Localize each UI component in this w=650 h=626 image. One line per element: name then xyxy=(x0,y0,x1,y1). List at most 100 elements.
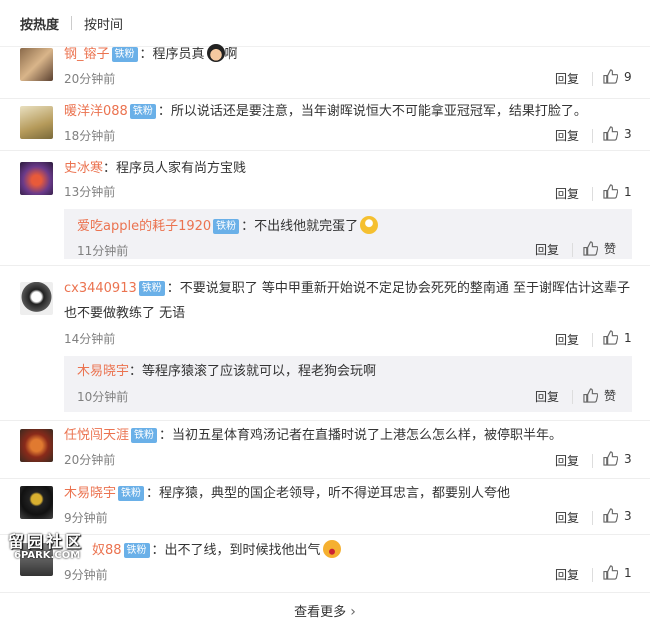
comment-item: 任悦闯天涯 铁粉 ：当初五星体育鸡汤记者在直播时说了上港怎么怎么样，被停职半年。 2… xyxy=(0,420,650,479)
reply-button[interactable]: 回复 xyxy=(555,331,579,348)
like-button[interactable]: 9 xyxy=(603,69,632,84)
thumbs-up-icon xyxy=(603,69,618,84)
thumbs-up-icon xyxy=(603,330,618,345)
like-label: 赞 xyxy=(604,389,617,403)
comment-username[interactable]: 钢_镕子 xyxy=(64,47,110,62)
like-count: 3 xyxy=(624,126,632,141)
like-label: 赞 xyxy=(604,242,617,256)
tab-divider xyxy=(71,16,73,30)
comment-username[interactable]: 木易晓宇 xyxy=(64,486,116,501)
fan-badge: 铁粉 xyxy=(123,543,150,558)
avatar[interactable] xyxy=(20,429,53,462)
like-button[interactable]: 1 xyxy=(603,330,632,345)
thumbs-up-icon xyxy=(583,241,598,256)
divider xyxy=(572,243,573,257)
comment-username[interactable]: 任悦闯天涯 xyxy=(64,428,129,443)
reply-button[interactable]: 回复 xyxy=(535,241,559,258)
thumbs-up-icon xyxy=(603,451,618,466)
like-count: 1 xyxy=(624,330,632,345)
view-more-link[interactable]: 查看更多 › xyxy=(0,601,650,620)
avatar[interactable] xyxy=(20,486,53,519)
reply-button[interactable]: 回复 xyxy=(555,127,579,144)
comment-username[interactable]: 暖洋洋088 xyxy=(64,104,128,119)
emoji-icon xyxy=(322,540,341,558)
sub-reply: 爱吃apple的耗子1920 铁粉 ：不出线他就完蛋了 11分钟前 回复 赞 xyxy=(64,209,632,259)
view-more-label: 查看更多 xyxy=(294,605,347,620)
divider xyxy=(592,454,593,468)
avatar[interactable] xyxy=(20,106,53,139)
tab-hot[interactable]: 按热度 xyxy=(20,14,59,33)
like-count: 3 xyxy=(624,451,632,466)
comment-username[interactable]: 史冰寒 xyxy=(64,161,103,176)
like-button[interactable]: 赞 xyxy=(583,387,616,404)
divider xyxy=(592,333,593,347)
comment-username[interactable]: cx3440913 xyxy=(64,281,137,296)
like-count: 9 xyxy=(624,69,632,84)
reply-text: ：等程序猿滚了应该就可以，程老狗会玩啊 xyxy=(129,364,377,379)
reply-button[interactable]: 回复 xyxy=(555,452,579,469)
reply-button[interactable]: 回复 xyxy=(555,509,579,526)
reply-text: ：不出线他就完蛋了 xyxy=(241,219,359,234)
comment-time: 18分钟前 xyxy=(64,129,116,143)
sub-reply: 木易晓宇：等程序猿滚了应该就可以，程老狗会玩啊 10分钟前 回复 赞 xyxy=(64,356,632,412)
comment-text: ：不要说复职了 等中甲重新开始说不定足协会死死的整南通 至于谢晖估计这辈子 xyxy=(166,281,631,296)
like-count: 1 xyxy=(624,184,632,199)
thumbs-up-icon xyxy=(603,126,618,141)
like-count: 1 xyxy=(624,565,632,580)
comment-time: 9分钟前 xyxy=(64,568,108,582)
comment-item: cx3440913 铁粉 ：不要说复职了 等中甲重新开始说不定足协会死死的整南通 至… xyxy=(0,265,650,421)
comment-item: 木易晓宇 铁粉 ：程序猿，典型的国企老领导，听不得逆耳忠言，都要别人夸他 9分钟前 … xyxy=(0,478,650,535)
fan-badge: 铁粉 xyxy=(138,281,165,296)
comment-text: ：出不了线，到时候找他出气 xyxy=(151,543,321,558)
like-button[interactable]: 1 xyxy=(603,184,632,199)
comment-text: ：所以说话还是要注意，当年谢晖说恒大不可能拿亚冠冠军，结果打脸了。 xyxy=(157,104,587,119)
like-button[interactable]: 3 xyxy=(603,508,632,523)
comment-item: 史冰寒：程序员人家有尚方宝贱 13分钟前 回复 1 爱吃apple的耗子1920… xyxy=(0,150,650,266)
like-button[interactable]: 赞 xyxy=(583,240,616,257)
divider xyxy=(572,390,573,404)
comment-time: 13分钟前 xyxy=(64,185,116,199)
comment-item: 暖洋洋088 铁粉 ：所以说话还是要注意，当年谢晖说恒大不可能拿亚冠冠军，结果打脸了… xyxy=(0,98,650,151)
tab-time[interactable]: 按时间 xyxy=(84,14,123,33)
like-count: 3 xyxy=(624,508,632,523)
divider xyxy=(592,568,593,582)
like-button[interactable]: 1 xyxy=(603,565,632,580)
fan-badge: 铁粉 xyxy=(213,219,240,234)
divider xyxy=(592,129,593,143)
thumbs-up-icon xyxy=(603,565,618,580)
comment-text-continued: 也不要做教练了 无语 xyxy=(64,306,186,321)
comment-text: ：程序员人家有尚方宝贱 xyxy=(103,161,247,176)
watermark-url: 6PARK.COM xyxy=(14,550,81,561)
reply-username[interactable]: 木易晓宇 xyxy=(77,364,129,379)
reply-button[interactable]: 回复 xyxy=(555,185,579,202)
divider xyxy=(592,187,593,201)
avatar[interactable] xyxy=(20,162,53,195)
avatar[interactable] xyxy=(20,282,53,315)
reply-button[interactable]: 回复 xyxy=(555,70,579,87)
comment-text: ：当初五星体育鸡汤记者在直播时说了上港怎么怎么样，被停职半年。 xyxy=(159,428,563,443)
like-button[interactable]: 3 xyxy=(603,451,632,466)
fan-badge: 铁粉 xyxy=(131,428,158,443)
fan-badge: 铁粉 xyxy=(111,47,138,62)
comment-username[interactable]: 奴88 xyxy=(92,543,122,558)
comment-text: ：程序猿，典型的国企老领导，听不得逆耳忠言，都要别人夸他 xyxy=(146,486,511,501)
comment-time: 20分钟前 xyxy=(64,453,116,467)
reply-username[interactable]: 爱吃apple的耗子1920 xyxy=(77,219,211,234)
reply-time: 10分钟前 xyxy=(77,390,129,404)
thumbs-up-icon xyxy=(603,508,618,523)
reply-time: 11分钟前 xyxy=(77,244,129,258)
watermark-logo: 留园社区 xyxy=(8,532,85,551)
comment-text: ：程序员真 xyxy=(139,47,205,62)
divider xyxy=(592,511,593,525)
divider xyxy=(592,72,593,86)
emoji-icon xyxy=(360,216,379,234)
like-button[interactable]: 3 xyxy=(603,126,632,141)
fan-badge: 铁粉 xyxy=(118,486,145,501)
reply-button[interactable]: 回复 xyxy=(555,566,579,583)
thumbs-up-icon xyxy=(603,184,618,199)
avatar[interactable] xyxy=(20,48,53,81)
comment-time: 20分钟前 xyxy=(64,72,116,86)
reply-button[interactable]: 回复 xyxy=(535,388,559,405)
emoji-icon xyxy=(206,44,225,62)
comment-time: 14分钟前 xyxy=(64,332,116,346)
